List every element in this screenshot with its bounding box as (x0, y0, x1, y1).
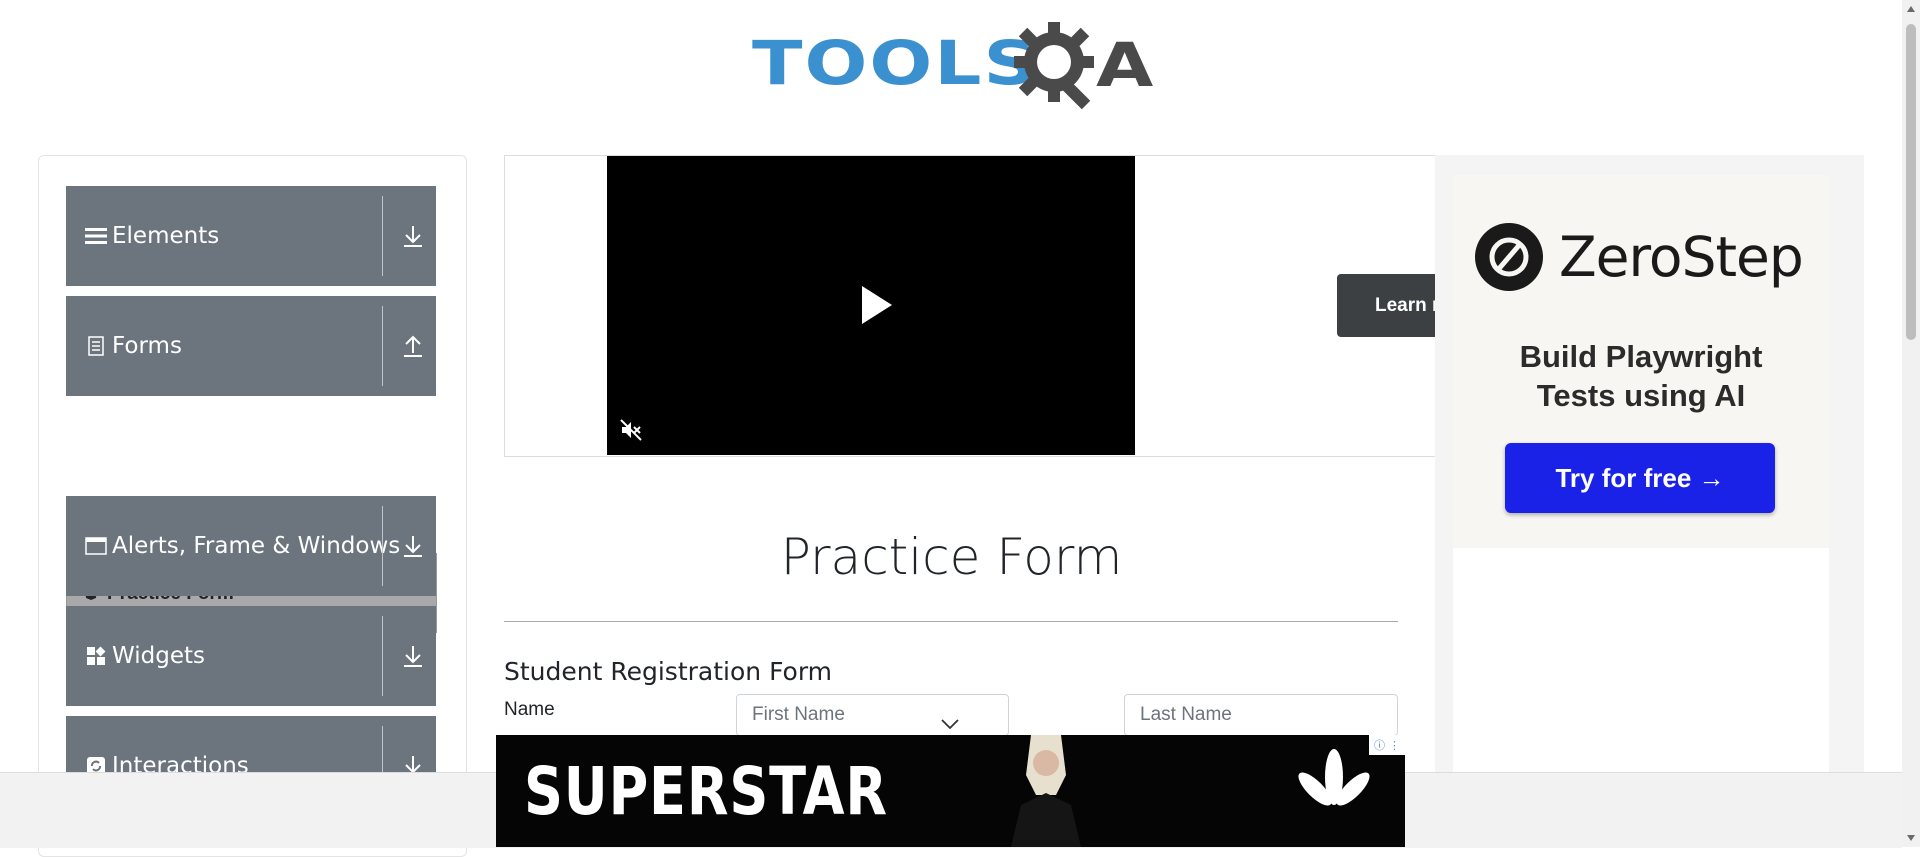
sidebar-group-label: Forms (112, 333, 182, 359)
toolsqa-logo[interactable]: TOOLS A (752, 18, 1154, 114)
sidebar-group-elements[interactable]: Elements (66, 186, 436, 286)
window-icon (85, 535, 107, 557)
divider (382, 196, 383, 276)
page-title: Practice Form (780, 528, 1123, 586)
zerostep-ad-card[interactable]: ZeroStep Build Playwright Tests using AI… (1453, 175, 1829, 548)
adidas-logo-icon (1295, 749, 1373, 823)
hamburger-icon (85, 225, 107, 247)
zerostep-tagline: Build Playwright Tests using AI (1453, 337, 1829, 415)
name-label: Name (504, 699, 555, 720)
sidebar-panel: Elements Forms Practice Form Alerts, Fra… (38, 155, 467, 857)
scroll-down-arrow-icon[interactable] (1907, 835, 1915, 841)
upload-icon (404, 335, 422, 357)
first-name-input[interactable]: First Name (736, 694, 1009, 736)
superstar-banner-ad[interactable]: SUPERSTAR ⓘ ⋮ (496, 735, 1405, 847)
scroll-thumb[interactable] (1906, 24, 1916, 340)
logo-text: TOOLS (752, 28, 1039, 99)
download-icon (404, 226, 422, 247)
sidebar-group-label: Alerts, Frame & Windows (112, 533, 401, 559)
gear-magnifier-icon (1014, 22, 1094, 110)
ad-info-icon[interactable]: ⓘ (1374, 737, 1385, 753)
tagline-line-2: Tests using AI (1536, 378, 1746, 413)
logo-letter-a: A (1096, 30, 1154, 101)
sidebar-group-label: Widgets (112, 643, 205, 669)
page-scrollbar[interactable] (1902, 0, 1920, 847)
ad-choices[interactable]: ⓘ ⋮ (1369, 735, 1405, 755)
widgets-icon (85, 645, 107, 667)
sidebar-group-widgets[interactable]: Widgets (66, 606, 436, 706)
tagline-line-1: Build Playwright (1519, 339, 1763, 374)
zerostep-logo-icon (1475, 223, 1543, 291)
learn-more-button[interactable]: Learn m (1337, 274, 1435, 337)
video-player[interactable] (607, 156, 1135, 455)
scroll-up-arrow-icon[interactable] (1907, 6, 1915, 12)
title-divider (504, 621, 1398, 622)
form-title: Student Registration Form (504, 657, 833, 686)
sidebar-group-label: Elements (112, 223, 220, 249)
divider (382, 506, 383, 586)
download-icon (404, 646, 422, 667)
sidebar-group-forms[interactable]: Forms (66, 296, 436, 396)
model-image (1011, 735, 1081, 847)
last-name-input[interactable]: Last Name (1124, 694, 1398, 736)
ad-menu-icon[interactable]: ⋮ (1389, 739, 1400, 752)
divider (382, 306, 383, 386)
right-ad: ZeroStep Build Playwright Tests using AI… (1435, 155, 1864, 847)
divider (382, 616, 383, 696)
download-icon (404, 536, 422, 557)
sidebar-group-alerts[interactable]: Alerts, Frame & Windows (66, 496, 436, 596)
chevron-down-icon (941, 719, 959, 730)
play-icon[interactable] (862, 286, 892, 324)
zerostep-brand: ZeroStep (1559, 225, 1804, 289)
document-icon (85, 335, 107, 357)
mute-icon[interactable] (619, 418, 643, 442)
banner-headline: SUPERSTAR (524, 753, 888, 830)
try-for-free-button[interactable]: Try for free → (1505, 443, 1775, 513)
video-ad: Learn m (504, 155, 1436, 457)
